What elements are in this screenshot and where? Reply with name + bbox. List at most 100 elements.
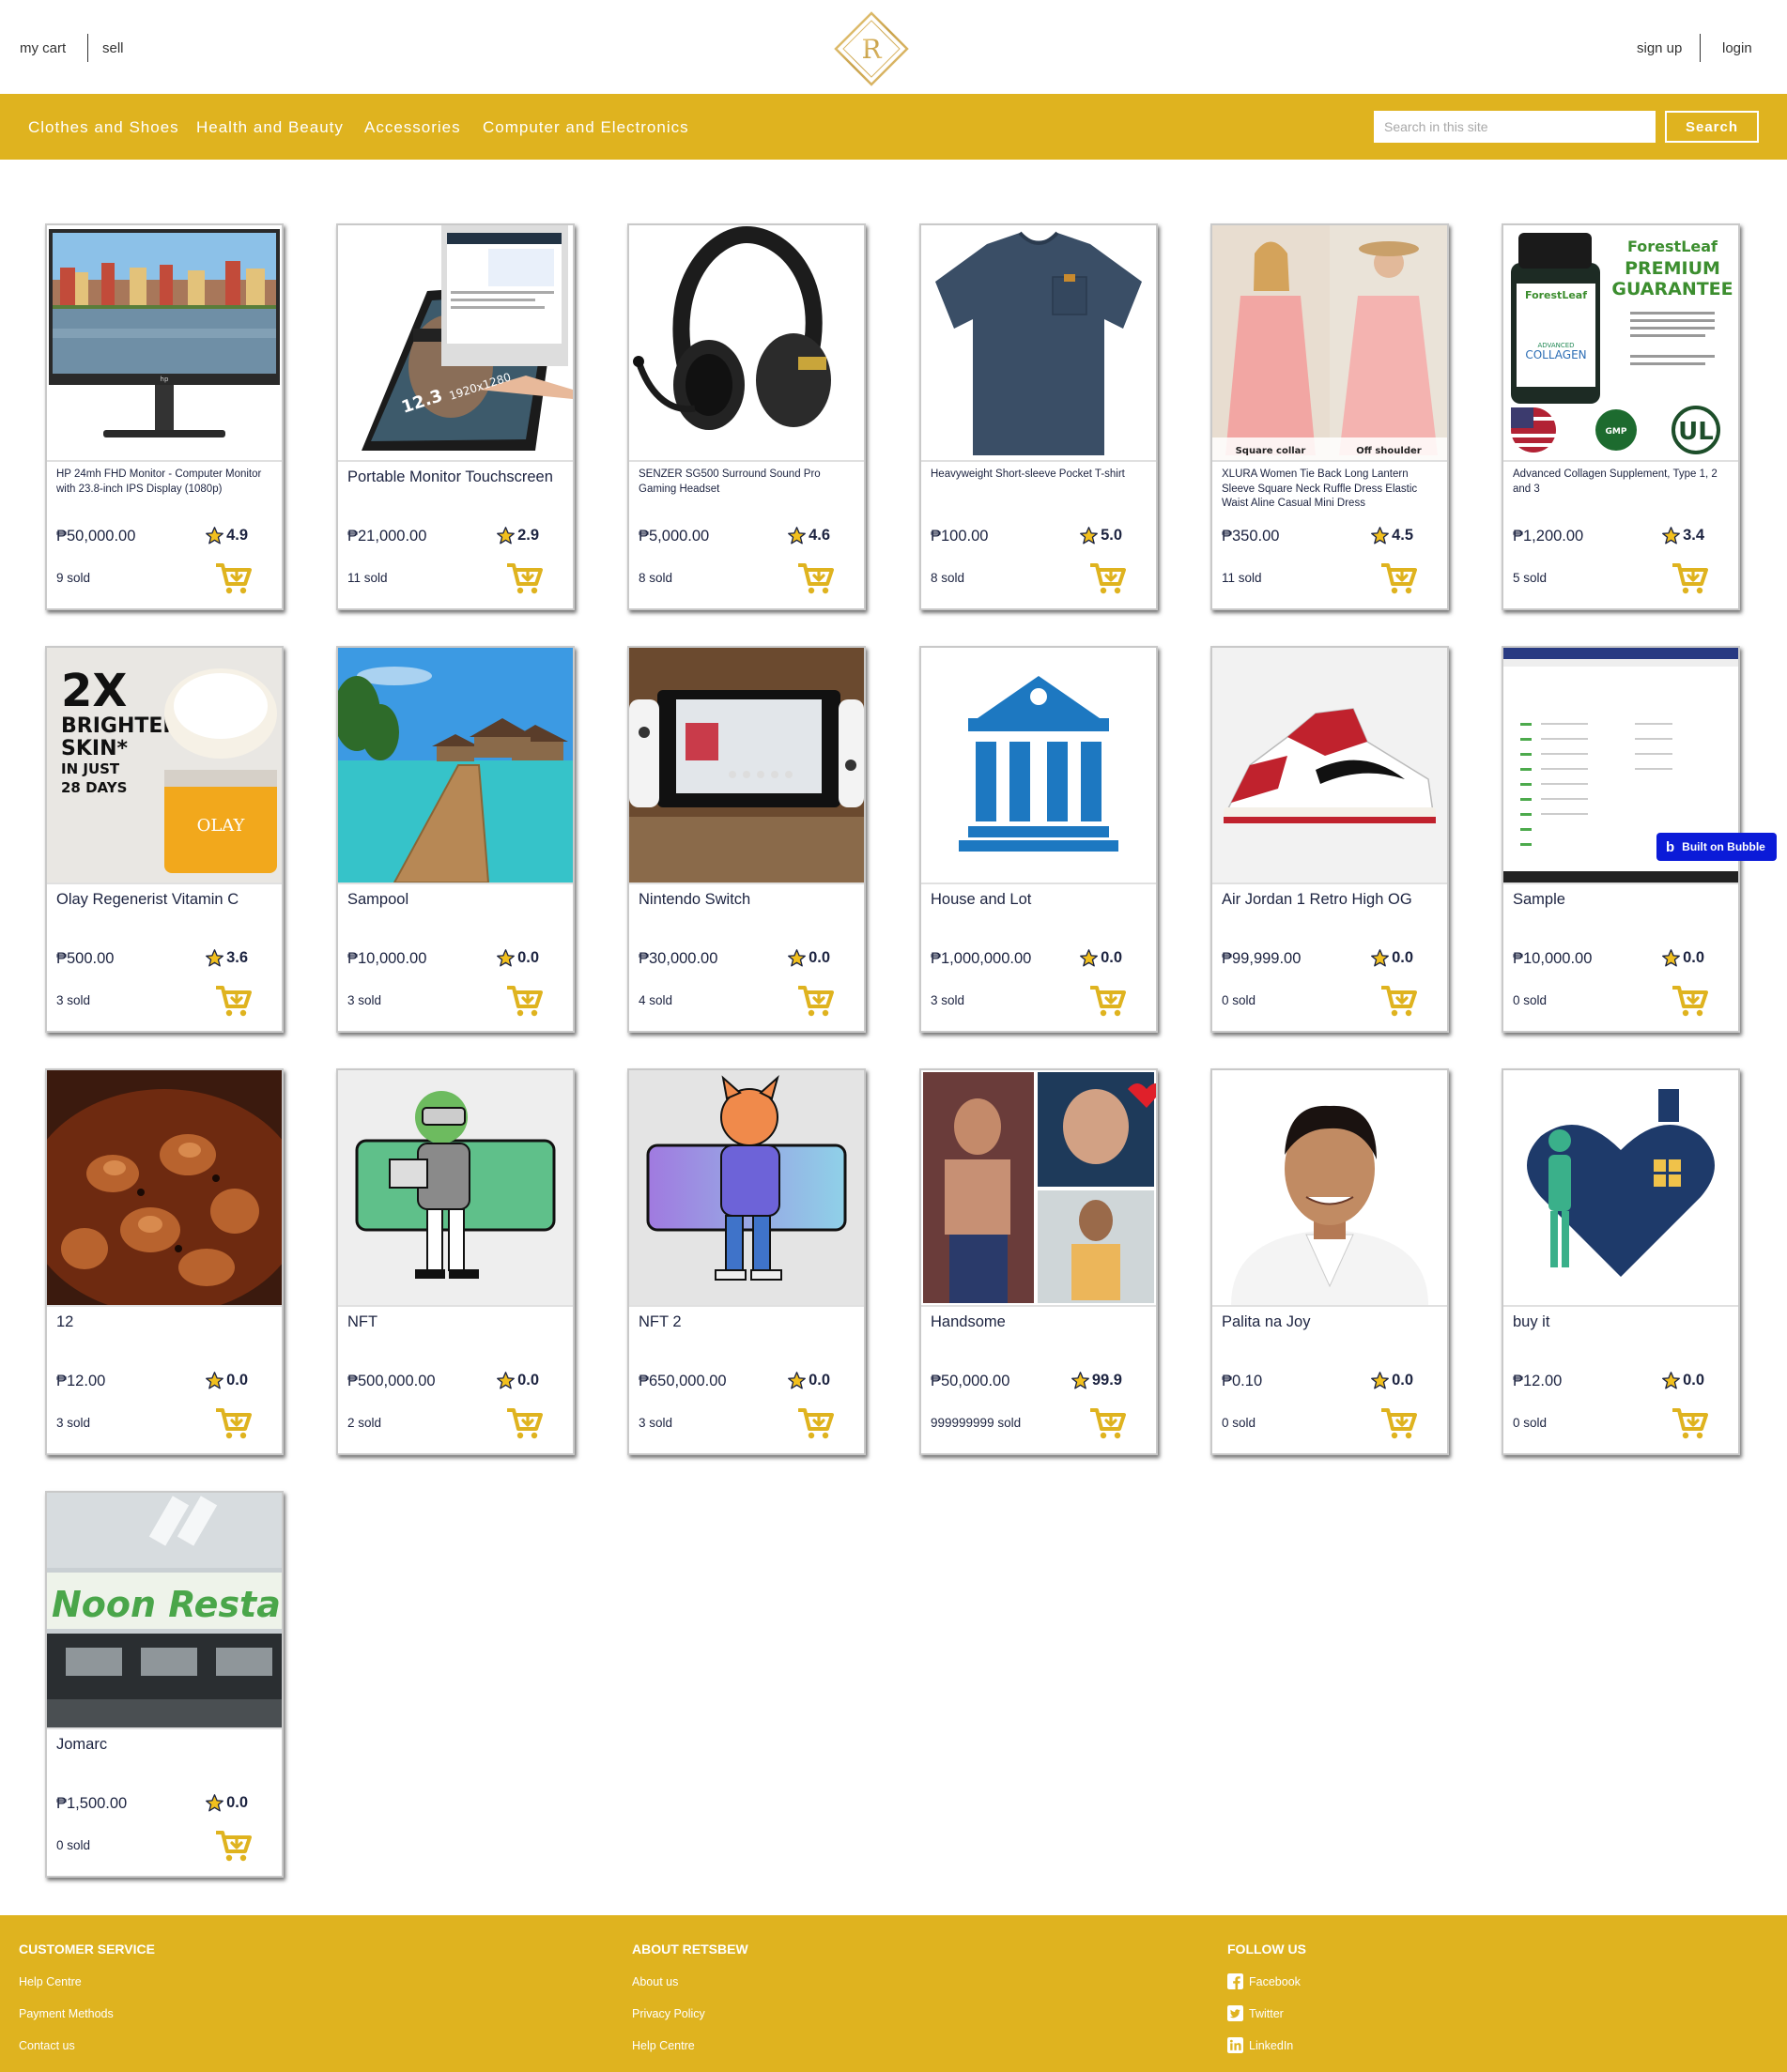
footer-link-about-us[interactable]: About us bbox=[632, 1975, 748, 2007]
product-card[interactable]: 2X BRIGHTER SKIN* IN JUST 28 DAYS OLAY Olay Re… bbox=[45, 646, 284, 1033]
product-image[interactable]: hp bbox=[47, 225, 282, 460]
product-card[interactable]: ForestLeaf ADVANCED COLLAGEN ForestLeaf PREM… bbox=[1502, 223, 1740, 610]
product-card[interactable]: Noon Restau Jomarc ₱1,500.00 0.0 0 sold bbox=[45, 1491, 284, 1878]
svg-text:GMP: GMP bbox=[1606, 427, 1627, 437]
product-image[interactable] bbox=[1503, 1070, 1738, 1305]
add-to-cart-icon[interactable] bbox=[216, 984, 252, 1018]
footer-link-twitter[interactable]: Twitter bbox=[1227, 2005, 1306, 2039]
product-card[interactable]: NFT 2 ₱650,000.00 0.0 3 sold bbox=[627, 1068, 866, 1455]
add-to-cart-icon[interactable] bbox=[1672, 1406, 1708, 1440]
logo-icon[interactable]: R bbox=[834, 11, 909, 86]
product-card[interactable]: Sampool ₱10,000.00 0.0 3 sold bbox=[336, 646, 575, 1033]
product-card[interactable]: Air Jordan 1 Retro High OG ₱99,999.00 0.0 0… bbox=[1210, 646, 1449, 1033]
footer-link-help-centre[interactable]: Help Centre bbox=[19, 1975, 155, 2007]
add-to-cart-icon[interactable] bbox=[1090, 1406, 1126, 1440]
product-name[interactable]: Air Jordan 1 Retro High OG bbox=[1222, 890, 1440, 910]
footer-link-facebook[interactable]: Facebook bbox=[1227, 1973, 1306, 2007]
built-on-bubble-badge[interactable]: b Built on Bubble bbox=[1656, 833, 1777, 861]
product-name[interactable]: XLURA Women Tie Back Long Lantern Sleeve… bbox=[1222, 468, 1440, 512]
product-card[interactable]: Handsome ₱50,000.00 99.9 999999999 sold bbox=[919, 1068, 1158, 1455]
product-name[interactable]: Advanced Collagen Supplement, Type 1, 2 … bbox=[1513, 468, 1731, 497]
product-name[interactable]: Nintendo Switch bbox=[639, 890, 856, 910]
login-link[interactable]: login bbox=[1722, 40, 1752, 56]
my-cart-link[interactable]: my cart bbox=[20, 40, 66, 56]
product-card[interactable]: 12.3 1920x1280 Portable Monitor Touchscree… bbox=[336, 223, 575, 610]
product-name[interactable]: House and Lot bbox=[931, 890, 1148, 910]
product-name[interactable]: Olay Regenerist Vitamin C bbox=[56, 890, 274, 910]
add-to-cart-icon[interactable] bbox=[1090, 561, 1126, 595]
product-name[interactable]: HP 24mh FHD Monitor - Computer Monitor w… bbox=[56, 468, 274, 497]
product-image[interactable]: 12.3 1920x1280 bbox=[338, 225, 573, 460]
product-price: ₱350.00 bbox=[1222, 528, 1280, 545]
product-name[interactable]: NFT 2 bbox=[639, 1312, 856, 1332]
product-image[interactable] bbox=[921, 225, 1156, 460]
add-to-cart-icon[interactable] bbox=[507, 561, 543, 595]
product-image[interactable]: ForestLeaf ADVANCED COLLAGEN ForestLeaf PREM… bbox=[1503, 225, 1738, 460]
add-to-cart-icon[interactable] bbox=[507, 1406, 543, 1440]
image-divider bbox=[47, 883, 282, 884]
add-to-cart-icon[interactable] bbox=[507, 984, 543, 1018]
search-input[interactable] bbox=[1374, 111, 1656, 143]
product-name[interactable]: Jomarc bbox=[56, 1735, 274, 1755]
nav-accessories[interactable]: Accessories bbox=[364, 118, 461, 137]
add-to-cart-icon[interactable] bbox=[1672, 561, 1708, 595]
product-card[interactable]: Square collar Off shoulder XLURA Women Tie… bbox=[1210, 223, 1449, 610]
footer-link-privacy-policy[interactable]: Privacy Policy bbox=[632, 2007, 748, 2039]
product-image[interactable] bbox=[338, 648, 573, 883]
add-to-cart-icon[interactable] bbox=[798, 1406, 834, 1440]
add-to-cart-icon[interactable] bbox=[216, 561, 252, 595]
product-image[interactable] bbox=[1212, 648, 1447, 883]
search-button[interactable]: Search bbox=[1665, 111, 1759, 143]
product-name[interactable]: Handsome bbox=[931, 1312, 1148, 1332]
product-image[interactable] bbox=[921, 648, 1156, 883]
product-name[interactable]: Portable Monitor Touchscreen bbox=[347, 468, 565, 487]
product-card[interactable]: buy it ₱12.00 0.0 0 sold bbox=[1502, 1068, 1740, 1455]
product-sold-count: 8 sold bbox=[639, 571, 673, 585]
product-card[interactable]: House and Lot ₱1,000,000.00 0.0 3 sold bbox=[919, 646, 1158, 1033]
add-to-cart-icon[interactable] bbox=[1381, 1406, 1417, 1440]
product-card[interactable]: NFT ₱500,000.00 0.0 2 sold bbox=[336, 1068, 575, 1455]
product-name[interactable]: 12 bbox=[56, 1312, 274, 1332]
product-card[interactable]: Nintendo Switch ₱30,000.00 0.0 4 sold bbox=[627, 646, 866, 1033]
nav-health-and-beauty[interactable]: Health and Beauty bbox=[196, 118, 344, 137]
product-name[interactable]: buy it bbox=[1513, 1312, 1731, 1332]
footer-link-payment-methods[interactable]: Payment Methods bbox=[19, 2007, 155, 2039]
product-image[interactable] bbox=[338, 1070, 573, 1305]
sell-link[interactable]: sell bbox=[102, 40, 124, 56]
product-name[interactable]: Sampool bbox=[347, 890, 565, 910]
add-to-cart-icon[interactable] bbox=[798, 561, 834, 595]
sign-up-link[interactable]: sign up bbox=[1637, 40, 1682, 56]
product-name[interactable]: SENZER SG500 Surround Sound Pro Gaming H… bbox=[639, 468, 856, 497]
product-name[interactable]: NFT bbox=[347, 1312, 565, 1332]
add-to-cart-icon[interactable] bbox=[216, 1406, 252, 1440]
product-image[interactable]: 2X BRIGHTER SKIN* IN JUST 28 DAYS OLAY bbox=[47, 648, 282, 883]
product-image[interactable] bbox=[921, 1070, 1156, 1305]
product-image[interactable]: Square collar Off shoulder bbox=[1212, 225, 1447, 460]
product-image[interactable] bbox=[629, 1070, 864, 1305]
linkedin-label: LinkedIn bbox=[1249, 2039, 1294, 2052]
product-card[interactable]: 12 ₱12.00 0.0 3 sold bbox=[45, 1068, 284, 1455]
product-image[interactable] bbox=[1212, 1070, 1447, 1305]
nav-clothes-and-shoes[interactable]: Clothes and Shoes bbox=[28, 118, 179, 137]
product-card[interactable]: SENZER SG500 Surround Sound Pro Gaming H… bbox=[627, 223, 866, 610]
footer-link-help-centre-2[interactable]: Help Centre bbox=[632, 2039, 748, 2071]
product-image[interactable] bbox=[629, 648, 864, 883]
product-name[interactable]: Sample bbox=[1513, 890, 1731, 910]
add-to-cart-icon[interactable] bbox=[1381, 984, 1417, 1018]
footer-link-contact-us[interactable]: Contact us bbox=[19, 2039, 155, 2071]
product-image[interactable] bbox=[629, 225, 864, 460]
add-to-cart-icon[interactable] bbox=[1090, 984, 1126, 1018]
nav-computer-and-electronics[interactable]: Computer and Electronics bbox=[483, 118, 689, 137]
product-name[interactable]: Palita na Joy bbox=[1222, 1312, 1440, 1332]
product-card[interactable]: Heavyweight Short-sleeve Pocket T-shirt ₱… bbox=[919, 223, 1158, 610]
product-name[interactable]: Heavyweight Short-sleeve Pocket T-shirt bbox=[931, 468, 1148, 483]
footer-link-linkedin[interactable]: LinkedIn bbox=[1227, 2037, 1306, 2071]
add-to-cart-icon[interactable] bbox=[216, 1829, 252, 1863]
add-to-cart-icon[interactable] bbox=[1672, 984, 1708, 1018]
add-to-cart-icon[interactable] bbox=[1381, 561, 1417, 595]
product-image[interactable] bbox=[47, 1070, 282, 1305]
product-image[interactable]: Noon Restau bbox=[47, 1493, 282, 1727]
product-card[interactable]: hp HP 24mh FHD Monitor - Computer Monitor… bbox=[45, 223, 284, 610]
product-card[interactable]: Palita na Joy ₱0.10 0.0 0 sold bbox=[1210, 1068, 1449, 1455]
add-to-cart-icon[interactable] bbox=[798, 984, 834, 1018]
